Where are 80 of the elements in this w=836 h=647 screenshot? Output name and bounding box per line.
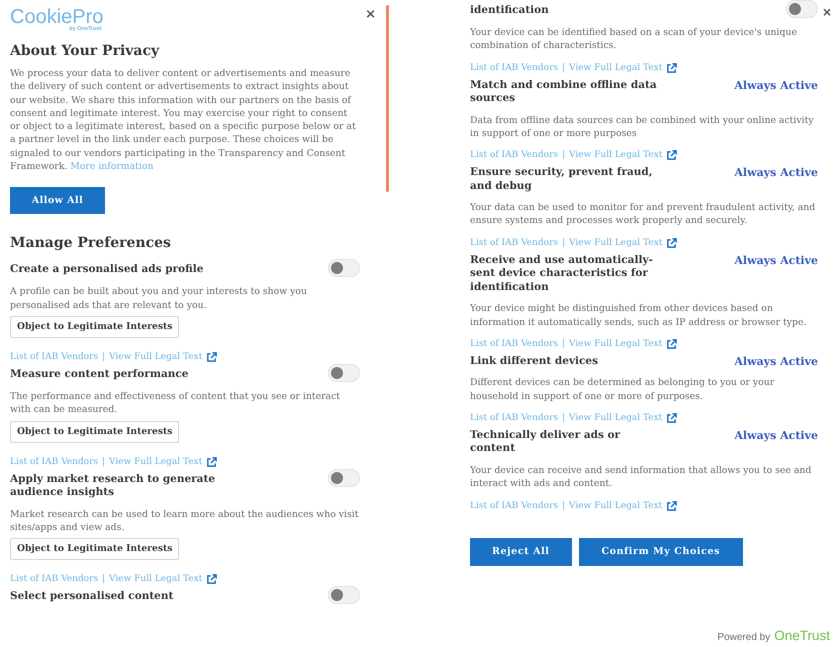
onetrust-logo: OneTrust [774, 628, 830, 643]
legal-text-link[interactable]: View Full Legal Text [569, 236, 662, 250]
privacy-description: We process your data to deliver content or advertisements and measure the delivery of such content or advertisements to extract insights about our website. We share this information with our partners on the basis of consent and legitimate interest. You may exercise your right to consent or object to a legitimate interest, based on a specific purpose below or at a partner level in the link under each purpose. These choices will be signaled to our vendors participating in the Transparency and Consent Framework. More information [10, 67, 357, 174]
toggle-switch[interactable] [328, 586, 360, 604]
external-link-icon [206, 456, 218, 468]
link-separator: | [562, 62, 566, 75]
toggle-switch[interactable] [328, 259, 360, 278]
purpose-title: Receive and use automatically-sent device characteristics for identification [470, 254, 654, 294]
close-button[interactable]: × [365, 8, 376, 21]
purpose-title: Select personalised content [10, 590, 174, 604]
vendors-link[interactable]: List of IAB Vendors [470, 236, 558, 250]
purpose-title: Match and combine offline data sources [470, 78, 658, 106]
object-button[interactable]: Object to Legitimate Interests [10, 316, 180, 338]
vendors-link[interactable]: List of IAB Vendors [470, 500, 558, 513]
purpose-description: A profile can be built about you and your interests to show you personalised ads that are relevant to you. [10, 285, 308, 312]
link-separator: | [102, 573, 106, 586]
reject-all-button[interactable]: Reject All [470, 538, 572, 566]
purpose-title: Link different devices [470, 354, 598, 368]
link-separator: | [562, 500, 566, 513]
purpose-description: Different devices can be determined as belonging to you or your household in support of one or more of purposes. [470, 376, 776, 403]
always-active-label: Always Active [734, 428, 818, 442]
legal-text-link[interactable]: View Full Legal Text [569, 412, 662, 425]
external-link-icon [666, 62, 678, 74]
link-separator: | [562, 338, 566, 351]
vendors-link[interactable]: List of IAB Vendors [470, 62, 558, 75]
vendors-link[interactable]: List of IAB Vendors [10, 456, 98, 469]
legal-text-link[interactable]: View Full Legal Text [569, 500, 662, 513]
preferences-title: Manage Preferences [10, 234, 172, 252]
vendors-link[interactable]: List of IAB Vendors [470, 149, 558, 162]
powered-by-label: Powered by [717, 632, 770, 643]
object-button[interactable]: Object to Legitimate Interests [10, 538, 180, 560]
purpose-description: Market research can be used to learn more about the audiences who visit sites/apps and view ads. [10, 508, 360, 534]
link-separator: | [562, 149, 566, 162]
purpose-title: Technically deliver ads or content [470, 428, 622, 456]
external-link-icon [666, 338, 678, 350]
close-button[interactable]: × [822, 6, 832, 18]
link-separator: | [562, 236, 566, 250]
purpose-description: Your device can be identified based on a scan of your device's unique combination of characteristics. [470, 26, 798, 53]
object-button[interactable]: Object to Legitimate Interests [10, 420, 180, 443]
always-active-label: Always Active [734, 354, 818, 368]
legal-text-link[interactable]: View Full Legal Text [569, 338, 662, 351]
purpose-title: Create a personalised ads profile [10, 263, 204, 277]
external-link-icon [666, 500, 678, 512]
purpose-description: Your device can receive and send information that allows you to see and interact with ads and content. [470, 464, 812, 491]
vendors-link[interactable]: List of IAB Vendors [10, 350, 98, 364]
always-active-label: Always Active [734, 166, 818, 180]
confirm-choices-button[interactable]: Confirm My Choices [578, 538, 744, 566]
purpose-description: Your data can be used to monitor for and prevent fraudulent activity, and ensure systems and processes work properly and securely. [470, 201, 816, 228]
toggle-switch[interactable] [786, 0, 818, 18]
legal-text-link[interactable]: View Full Legal Text [109, 573, 202, 586]
purpose-title: identification [470, 4, 549, 18]
link-separator: | [102, 456, 106, 469]
always-active-label: Always Active [734, 254, 818, 268]
legal-text-link[interactable]: View Full Legal Text [569, 149, 662, 162]
link-separator: | [102, 350, 106, 364]
privacy-title: About Your Privacy [10, 42, 160, 60]
external-link-icon [206, 574, 218, 586]
toggle-switch[interactable] [328, 468, 360, 487]
purpose-description: The performance and effectiveness of content that you see or interact with can be measured. [10, 390, 342, 417]
external-link-icon [666, 238, 678, 249]
vendors-link[interactable]: List of IAB Vendors [10, 573, 98, 586]
allow-all-button[interactable]: Allow All [10, 187, 105, 214]
vendors-link[interactable]: List of IAB Vendors [470, 412, 558, 425]
toggle-switch[interactable] [328, 364, 360, 382]
purpose-description: Data from offline data sources can be combined with your online activity in support of one or more purposes [470, 114, 815, 140]
external-link-icon [666, 412, 678, 424]
legal-text-link[interactable]: View Full Legal Text [569, 62, 662, 75]
always-active-label: Always Active [734, 78, 818, 92]
purpose-title: Measure content performance [10, 368, 188, 382]
external-link-icon [666, 150, 678, 162]
purpose-title: Ensure security, prevent fraud, and debug [470, 166, 654, 194]
more-information-link[interactable]: More information [70, 161, 154, 172]
link-separator: | [562, 412, 566, 425]
legal-text-link[interactable]: View Full Legal Text [109, 350, 202, 364]
purpose-title: Apply market research to generate audience insights [10, 472, 216, 500]
external-link-icon [206, 352, 218, 363]
legal-text-link[interactable]: View Full Legal Text [109, 456, 202, 469]
scrollbar-thumb[interactable] [386, 5, 389, 192]
purpose-description: Your device might be distinguished from other devices based on information it automatically sends, such as IP address or browser type. [470, 302, 808, 329]
vendors-link[interactable]: List of IAB Vendors [470, 338, 558, 351]
